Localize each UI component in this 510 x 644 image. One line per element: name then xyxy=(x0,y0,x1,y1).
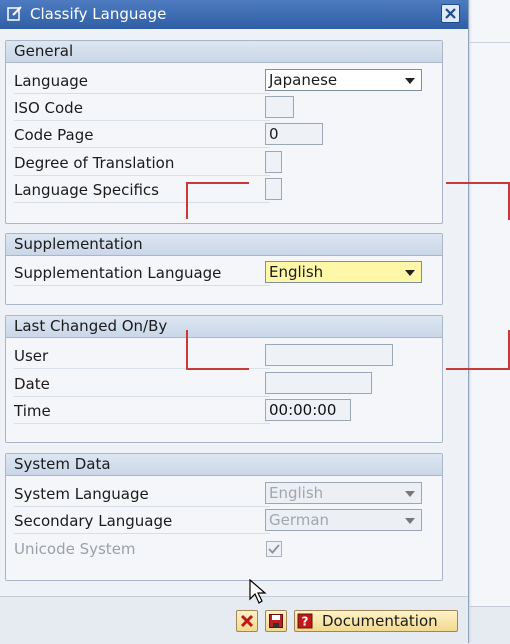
svg-text:?: ? xyxy=(302,615,309,629)
supplementation-language-dropdown[interactable]: English xyxy=(265,261,422,283)
documentation-icon: ? xyxy=(297,613,313,629)
degree-translation-input[interactable] xyxy=(265,151,282,173)
annotation-line xyxy=(186,330,188,370)
background-window xyxy=(470,0,510,644)
row-divider xyxy=(14,533,270,534)
group-title-system-data: System Data xyxy=(14,455,111,473)
background-divider xyxy=(470,42,510,43)
code-page-input[interactable]: 0 xyxy=(265,123,323,145)
save-icon xyxy=(269,614,283,628)
language-value: Japanese xyxy=(269,71,338,89)
language-dropdown[interactable]: Japanese xyxy=(265,69,422,91)
iso-code-input[interactable] xyxy=(265,96,294,118)
row-divider xyxy=(14,147,270,148)
group-title-supplementation: Supplementation xyxy=(14,235,143,253)
group-header: Last Changed On/By xyxy=(6,316,442,338)
unicode-system-checkbox[interactable] xyxy=(266,541,282,557)
group-last-changed: Last Changed On/By User Date Time 00:00:… xyxy=(5,315,443,443)
chevron-down-icon xyxy=(405,270,415,276)
supplementation-language-label: Supplementation Language xyxy=(14,264,222,282)
unicode-system-label: Unicode System xyxy=(14,540,136,558)
classify-language-dialog: Classify Language General Language Japan… xyxy=(0,0,469,644)
system-language-value: English xyxy=(269,484,324,502)
code-page-label: Code Page xyxy=(14,126,94,144)
group-general: General Language Japanese ISO Code Code … xyxy=(5,40,443,224)
secondary-language-value: German xyxy=(269,511,330,529)
supplementation-language-value: English xyxy=(269,263,324,281)
row-divider xyxy=(14,93,270,94)
save-button[interactable] xyxy=(265,610,287,632)
row-divider xyxy=(14,175,270,176)
time-input[interactable]: 00:00:00 xyxy=(265,399,351,421)
language-label: Language xyxy=(14,72,89,90)
row-divider xyxy=(14,423,270,424)
close-button[interactable] xyxy=(441,4,460,23)
group-title-last-changed: Last Changed On/By xyxy=(14,317,168,335)
time-label: Time xyxy=(14,402,51,420)
annotation-line xyxy=(446,182,510,184)
cancel-icon xyxy=(240,614,254,628)
date-input[interactable] xyxy=(265,372,372,394)
group-header: Supplementation xyxy=(6,234,442,256)
row-divider xyxy=(14,506,270,507)
chevron-down-icon xyxy=(405,491,415,497)
group-header: General xyxy=(6,41,442,63)
edit-icon xyxy=(7,6,22,21)
background-footer xyxy=(470,606,510,644)
group-header: System Data xyxy=(6,454,442,476)
secondary-language-label: Secondary Language xyxy=(14,512,173,530)
language-specifics-input[interactable] xyxy=(265,178,282,200)
annotation-line xyxy=(186,182,249,184)
cancel-button[interactable] xyxy=(236,610,258,632)
mouse-pointer-icon xyxy=(249,579,267,604)
system-language-dropdown[interactable]: English xyxy=(265,482,422,504)
row-divider xyxy=(14,120,270,121)
chevron-down-icon xyxy=(405,518,415,524)
group-title-general: General xyxy=(14,42,74,60)
secondary-language-dropdown[interactable]: German xyxy=(265,509,422,531)
iso-code-label: ISO Code xyxy=(14,99,83,117)
degree-translation-label: Degree of Translation xyxy=(14,154,175,172)
row-divider xyxy=(14,396,270,397)
chevron-down-icon xyxy=(405,78,415,84)
system-language-label: System Language xyxy=(14,485,149,503)
group-system-data: System Data System Language English Seco… xyxy=(5,453,443,581)
close-icon xyxy=(445,8,456,19)
user-input[interactable] xyxy=(265,344,393,366)
title-bar[interactable]: Classify Language xyxy=(0,0,468,29)
date-label: Date xyxy=(14,375,50,393)
language-specifics-label: Language Specifics xyxy=(14,181,159,199)
row-divider xyxy=(14,285,270,286)
annotation-line xyxy=(186,368,249,370)
annotation-line xyxy=(446,368,510,370)
user-label: User xyxy=(14,347,49,365)
annotation-line xyxy=(186,182,188,219)
documentation-button[interactable]: ? Documentation xyxy=(294,610,458,632)
row-divider xyxy=(14,202,270,203)
documentation-label: Documentation xyxy=(322,612,438,630)
checkmark-icon xyxy=(268,544,280,554)
group-supplementation: Supplementation Supplementation Language… xyxy=(5,233,443,305)
window-title: Classify Language xyxy=(30,5,167,23)
